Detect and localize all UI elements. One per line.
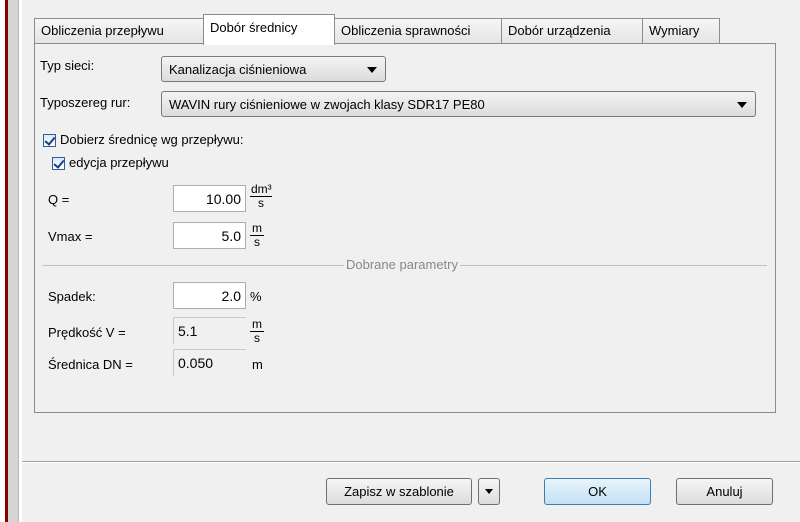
velocity-unit: m s — [250, 318, 264, 345]
window-frame-border — [8, 0, 19, 522]
q-input[interactable]: 10.00 — [173, 185, 246, 212]
chevron-down-icon — [485, 489, 493, 494]
velocity-unit-denominator: s — [254, 331, 260, 345]
tab-efficiency-calculations[interactable]: Obliczenia sprawności — [334, 18, 502, 43]
q-unit: dm³ s — [250, 183, 272, 210]
save-template-button[interactable]: Zapisz w szablonie — [326, 478, 472, 505]
pipe-series-select[interactable]: WAVIN rury ciśnieniowe w zwojach klasy S… — [161, 91, 756, 117]
tab-dimensions[interactable]: Wymiary — [642, 18, 720, 43]
results-section-title: Dobrane parametry — [344, 257, 460, 272]
velocity-label: Prędkość V = — [48, 325, 126, 340]
dialog-window: Obliczenia przepływu Dobór średnicy Obli… — [22, 0, 800, 522]
network-type-select[interactable]: Kanalizacja ciśnieniowa — [161, 56, 386, 82]
vmax-unit-denominator: s — [254, 235, 260, 249]
diameter-unit: m — [252, 357, 263, 372]
tab-device-selection[interactable]: Dobór urządzenia — [501, 18, 643, 43]
cancel-button[interactable]: Anuluj — [676, 478, 773, 505]
tab-diameter-selection[interactable]: Dobór średnicy — [203, 14, 335, 45]
chevron-down-icon — [367, 67, 377, 73]
velocity-value: 5.1 — [173, 317, 246, 344]
q-unit-numerator: dm³ — [250, 182, 272, 197]
slope-label: Spadek: — [48, 289, 96, 304]
select-by-flow-checkbox[interactable] — [43, 134, 56, 147]
vmax-unit: m s — [250, 222, 264, 249]
q-unit-denominator: s — [258, 196, 264, 210]
network-type-label: Typ sieci: — [40, 58, 95, 73]
slope-input[interactable]: 2.0 — [173, 282, 246, 309]
edit-flow-checkbox[interactable] — [52, 157, 65, 170]
vmax-input[interactable]: 5.0 — [173, 222, 246, 249]
edit-flow-label: edycja przepływu — [69, 155, 169, 170]
network-type-value: Kanalizacja ciśnieniowa — [169, 62, 307, 77]
pipe-series-value: WAVIN rury ciśnieniowe w zwojach klasy S… — [169, 97, 485, 112]
footer-divider-highlight — [22, 462, 800, 463]
vmax-label: Vmax = — [48, 229, 93, 244]
tab-flow-calculations[interactable]: Obliczenia przepływu — [34, 18, 204, 43]
save-template-dropdown-button[interactable] — [478, 478, 500, 505]
vmax-unit-numerator: m — [250, 221, 264, 236]
pipe-series-label: Typoszereg rur: — [40, 95, 131, 110]
diameter-label: Średnica DN = — [48, 357, 133, 372]
tab-strip: Obliczenia przepływu Dobór średnicy Obli… — [34, 14, 774, 45]
tab-panel-diameter: Typ sieci: Kanalizacja ciśnieniowa Typos… — [34, 43, 776, 413]
diameter-value: 0.050 — [173, 349, 246, 376]
q-label: Q = — [48, 192, 70, 207]
slope-unit: % — [250, 289, 262, 304]
velocity-unit-numerator: m — [250, 317, 264, 332]
ok-button[interactable]: OK — [544, 478, 651, 505]
select-by-flow-label: Dobierz średnicę wg przepływu: — [60, 132, 244, 147]
chevron-down-icon — [737, 102, 747, 108]
